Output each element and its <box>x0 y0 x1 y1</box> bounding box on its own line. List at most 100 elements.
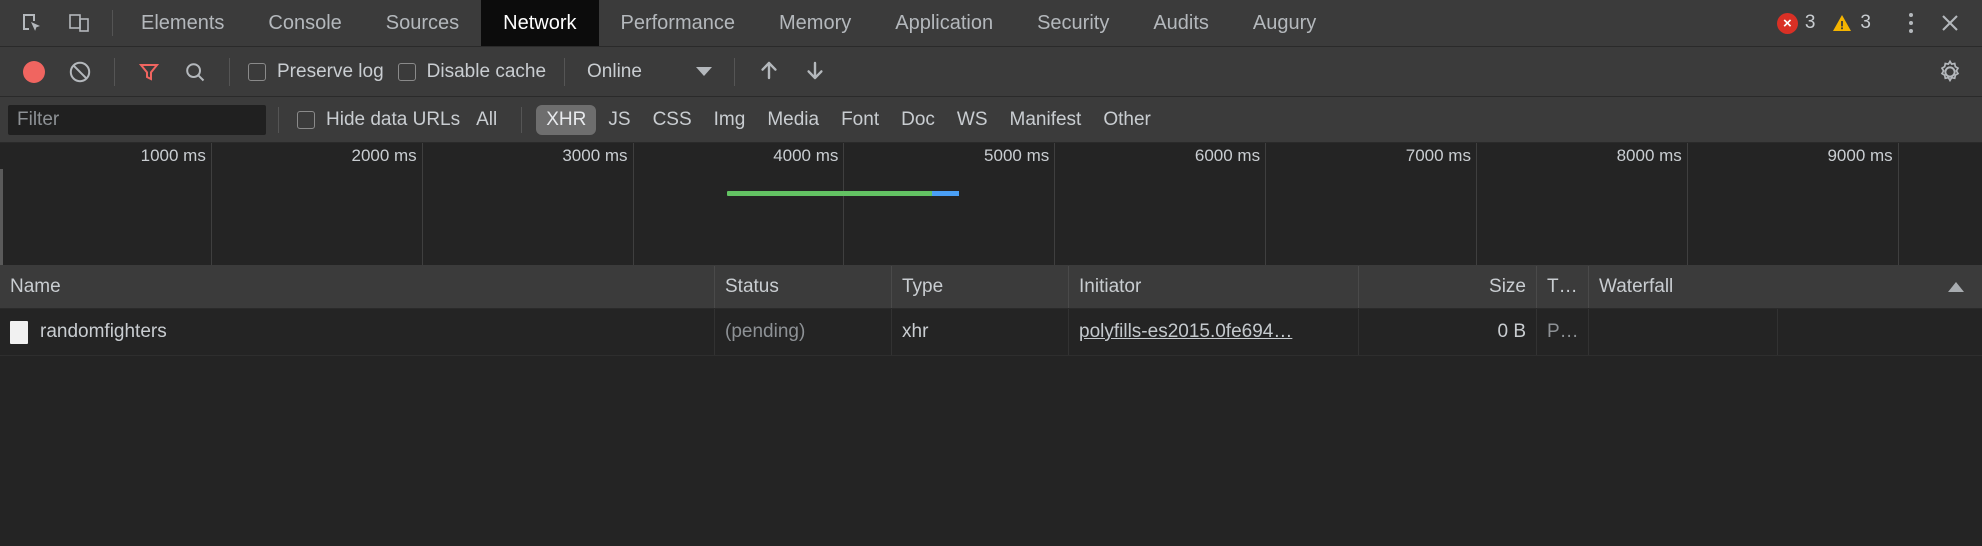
panel-tabs: Elements Console Sources Network Perform… <box>119 0 1338 46</box>
tab-application[interactable]: Application <box>873 0 1015 46</box>
cell-type: xhr <box>892 309 1069 355</box>
throttle-value: Online <box>587 60 642 82</box>
column-header-size[interactable]: Size <box>1359 266 1537 308</box>
tab-sources[interactable]: Sources <box>364 0 481 46</box>
clear-icon[interactable] <box>58 52 102 92</box>
export-har-icon[interactable] <box>793 52 837 92</box>
tab-label: Console <box>268 11 342 34</box>
column-label: Size <box>1489 276 1526 297</box>
cell-name[interactable]: randomfighters <box>0 309 715 355</box>
chip-xhr[interactable]: XHR <box>536 104 597 135</box>
warning-counter[interactable]: 3 <box>1831 12 1871 34</box>
table-row[interactable]: randomfighters (pending) xhr polyfills-e… <box>0 309 1982 356</box>
tab-network[interactable]: Network <box>481 0 599 46</box>
warning-icon <box>1831 12 1853 34</box>
filter-divider <box>278 106 279 133</box>
tabbar-tool-icons <box>0 0 106 46</box>
tab-label: Audits <box>1153 11 1209 34</box>
error-icon: × <box>1776 12 1798 34</box>
error-count: 3 <box>1804 12 1816 33</box>
table-header-row: Name Status Type Initiator Size T… Water… <box>0 266 1982 309</box>
cell-status: (pending) <box>715 309 892 355</box>
overview-baseline <box>0 169 3 265</box>
chip-js[interactable]: JS <box>598 105 640 135</box>
column-header-status[interactable]: Status <box>715 266 892 308</box>
chip-label: Img <box>713 108 746 130</box>
overview-gridline <box>843 143 845 265</box>
overview-tick-label: 7000 ms <box>1405 146 1471 165</box>
chip-img[interactable]: Img <box>704 105 756 135</box>
tab-augury[interactable]: Augury <box>1231 0 1338 46</box>
kebab-menu-icon[interactable] <box>1896 6 1926 40</box>
chip-label: Doc <box>901 108 935 130</box>
tab-elements[interactable]: Elements <box>119 0 246 46</box>
tab-security[interactable]: Security <box>1015 0 1131 46</box>
filter-funnel-icon[interactable] <box>127 52 171 92</box>
chip-css[interactable]: CSS <box>643 105 702 135</box>
disable-cache-label: Disable cache <box>426 60 547 82</box>
disable-cache-checkbox[interactable]: Disable cache <box>392 61 552 83</box>
column-label: Status <box>725 276 779 297</box>
gear-icon[interactable] <box>1930 52 1970 92</box>
chip-ws[interactable]: WS <box>947 105 998 135</box>
inspect-element-icon[interactable] <box>14 6 48 40</box>
hide-data-urls-checkbox[interactable]: Hide data URLs <box>291 109 466 131</box>
tab-performance[interactable]: Performance <box>599 0 758 46</box>
cell-time: P… <box>1537 309 1589 355</box>
chip-other[interactable]: Other <box>1093 105 1161 135</box>
chip-label: WS <box>956 108 988 130</box>
network-timeline-overview[interactable]: 1000 ms 2000 ms 3000 ms 4000 ms 5000 ms 6000 … <box>0 143 1982 266</box>
tab-label: Security <box>1037 11 1110 34</box>
import-har-icon[interactable] <box>747 52 791 92</box>
chip-label: Media <box>767 108 820 130</box>
overview-gridline <box>210 143 212 265</box>
column-header-type[interactable]: Type <box>892 266 1069 308</box>
chip-manifest[interactable]: Manifest <box>1000 105 1092 135</box>
column-header-waterfall[interactable]: Waterfall <box>1589 266 1982 308</box>
warning-count: 3 <box>1860 12 1871 33</box>
toolbar-divider-3 <box>564 57 566 86</box>
tab-label: Memory <box>779 11 852 34</box>
device-toolbar-icon[interactable] <box>62 6 96 40</box>
preserve-log-label: Preserve log <box>277 60 384 82</box>
checkbox-box <box>397 62 416 81</box>
error-counter[interactable]: × 3 <box>1776 12 1816 34</box>
network-controls-toolbar: Preserve log Disable cache Online <box>0 47 1982 97</box>
chip-label: JS <box>608 108 631 130</box>
column-header-name[interactable]: Name <box>0 266 715 308</box>
column-header-time[interactable]: T… <box>1537 266 1589 308</box>
column-header-initiator[interactable]: Initiator <box>1069 266 1359 308</box>
overview-gridline <box>421 143 423 265</box>
tabbar-divider <box>112 10 113 36</box>
record-button-icon[interactable] <box>12 52 56 92</box>
tab-memory[interactable]: Memory <box>757 0 873 46</box>
overview-tick-label: 5000 ms <box>984 146 1050 165</box>
filter-input[interactable] <box>8 104 266 135</box>
overview-gridline <box>1265 143 1267 265</box>
column-label: Type <box>902 276 944 297</box>
tab-console[interactable]: Console <box>246 0 363 46</box>
checkbox-box <box>297 110 315 129</box>
cell-size: 0 B <box>1359 309 1537 355</box>
chip-label: Other <box>1103 108 1151 130</box>
toolbar-divider-2 <box>229 57 230 86</box>
search-icon[interactable] <box>173 52 217 92</box>
tab-audits[interactable]: Audits <box>1131 0 1231 46</box>
chip-label: Manifest <box>1009 108 1082 130</box>
time-value: P… <box>1547 321 1579 342</box>
initiator-link[interactable]: polyfills-es2015.0fe694… <box>1079 321 1292 343</box>
network-filter-bar: Hide data URLs All XHR JS CSS Img Media … <box>0 97 1982 143</box>
chip-label: XHR <box>546 108 587 130</box>
close-icon[interactable] <box>1932 5 1968 41</box>
overview-gridline <box>1054 143 1056 265</box>
overview-tick-label: 2000 ms <box>351 146 417 165</box>
chip-doc[interactable]: Doc <box>891 105 945 135</box>
chip-label: All <box>476 108 498 130</box>
chip-font[interactable]: Font <box>831 105 889 135</box>
cell-initiator[interactable]: polyfills-es2015.0fe694… <box>1069 309 1359 355</box>
overview-tick-label: 3000 ms <box>562 146 628 165</box>
network-throttling-select[interactable]: Online <box>577 61 722 83</box>
chip-media[interactable]: Media <box>757 105 829 135</box>
chip-all[interactable]: All <box>466 105 507 135</box>
preserve-log-checkbox[interactable]: Preserve log <box>242 61 390 83</box>
